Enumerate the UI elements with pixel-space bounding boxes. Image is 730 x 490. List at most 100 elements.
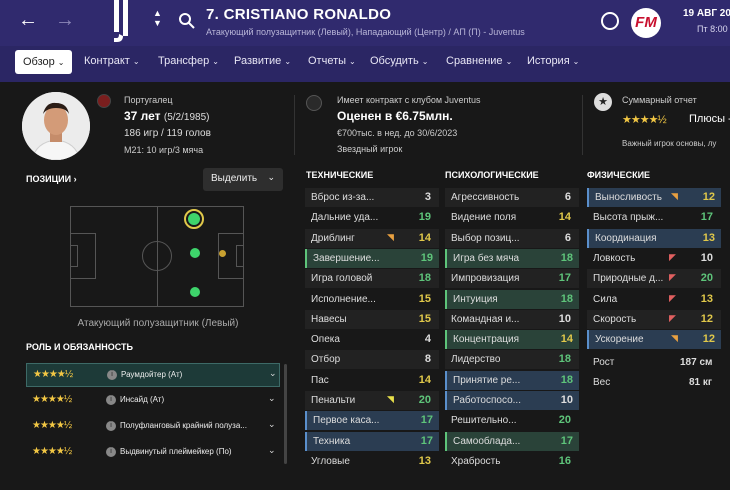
- attribute-name: Храбрость: [451, 455, 501, 467]
- attribute-name: Лидерство: [451, 354, 501, 366]
- positions-title[interactable]: ПОЗИЦИИ ›: [26, 174, 77, 184]
- attribute-value: 12: [702, 333, 715, 346]
- juventus-logo[interactable]: [104, 0, 138, 44]
- attribute-row[interactable]: Храбрость 16: [445, 452, 579, 471]
- attribute-row[interactable]: Угловые 13: [305, 452, 439, 471]
- attribute-row[interactable]: Пас 14: [305, 371, 439, 390]
- player-switch-icon[interactable]: ▲ ▼: [153, 8, 162, 28]
- left-goal-area: [70, 245, 78, 267]
- tab-contract[interactable]: Контракт ⌄: [84, 55, 140, 67]
- attribute-row[interactable]: Интуиция 18: [445, 289, 579, 309]
- attribute-row[interactable]: Концентрация 14: [445, 330, 579, 350]
- attribute-value: 4: [424, 333, 431, 346]
- position-marker-aml[interactable]: [188, 213, 200, 225]
- tab-transfer[interactable]: Трансфер ⌄: [158, 55, 219, 67]
- position-marker-st[interactable]: [190, 248, 200, 258]
- nationality: Португалец: [124, 95, 173, 105]
- globe-icon[interactable]: [601, 12, 619, 30]
- attribute-name: Концентрация: [453, 334, 520, 346]
- attribute-row[interactable]: Навесы 15: [305, 309, 439, 329]
- attribute-row[interactable]: Игра без мяча 18: [445, 248, 579, 268]
- attribute-row[interactable]: Высота прыж... 17: [587, 208, 721, 227]
- attribute-row[interactable]: Скорость 12 ◤: [587, 309, 721, 329]
- attribute-value: 15: [418, 312, 431, 325]
- tab-history[interactable]: История ⌄: [527, 55, 579, 67]
- attribute-value: 17: [420, 434, 433, 447]
- attribute-value: 12: [700, 312, 713, 325]
- summary-text: Важный игрок основы, лу: [622, 139, 717, 148]
- attribute-value: 20: [700, 272, 713, 285]
- attribute-row[interactable]: Первое каса... 17: [305, 411, 439, 431]
- role-stars: ★★★★½: [32, 394, 72, 405]
- chevron-down-icon: ⌄: [268, 445, 276, 455]
- attribute-name: Игра головой: [311, 273, 373, 285]
- attribute-name: Принятие ре...: [453, 374, 521, 386]
- mental-title: ПСИХОЛОГИЧЕСКИЕ: [445, 170, 539, 180]
- attribute-row[interactable]: Исполнение... 15: [305, 290, 439, 309]
- role-item[interactable]: ★★★★½ i Раумдойтер (Ат) ⌄: [26, 363, 280, 387]
- attribute-row[interactable]: Отбор 8: [305, 350, 439, 370]
- summary-pros[interactable]: Плюсы -: [689, 113, 730, 125]
- attribute-row[interactable]: Агрессивность 6: [445, 188, 579, 207]
- tab-compare[interactable]: Сравнение ⌄: [446, 55, 512, 67]
- position-marker-secondary[interactable]: [219, 250, 226, 257]
- player-positions: Атакующий полузащитник (Левый), Нападающ…: [206, 27, 525, 37]
- center-circle: [142, 241, 172, 271]
- role-item[interactable]: ★★★★½ i Полуфланговый крайний полуза... …: [26, 415, 280, 439]
- tab-reports[interactable]: Отчеты ⌄: [308, 55, 356, 67]
- attribute-row[interactable]: Дриблинг 14 ◥: [305, 228, 439, 248]
- attribute-row[interactable]: Лидерство 18: [445, 350, 579, 370]
- divider: [582, 95, 583, 155]
- attribute-row[interactable]: Сила 13 ◤: [587, 290, 721, 309]
- physical-title: ФИЗИЧЕСКИЕ: [587, 170, 651, 180]
- attribute-value: 17: [558, 272, 571, 285]
- attribute-row[interactable]: Природные д... 20 ◤: [587, 269, 721, 289]
- attribute-name: Командная и...: [451, 313, 520, 325]
- attribute-row[interactable]: Пенальти 20 ◥: [305, 391, 439, 410]
- attribute-row[interactable]: Выносливость 12 ◥: [587, 188, 721, 207]
- forward-arrow-icon[interactable]: →: [55, 9, 75, 32]
- date-of-birth: (5/2/1985): [163, 112, 210, 123]
- height-value: 187 см: [680, 357, 713, 368]
- attribute-row[interactable]: Выбор позиц... 6: [445, 228, 579, 248]
- decline-arrow-icon: ◤: [669, 251, 676, 262]
- attribute-row[interactable]: Игра головой 18: [305, 269, 439, 289]
- info-icon: i: [107, 370, 117, 380]
- attribute-row[interactable]: Вброс из-за... 3: [305, 188, 439, 207]
- highlight-dropdown[interactable]: Выделить ⌄: [203, 168, 283, 191]
- attribute-row[interactable]: Координация 13: [587, 228, 721, 248]
- attribute-row[interactable]: Опека 4: [305, 330, 439, 349]
- attribute-row[interactable]: Работоспосо... 10: [445, 391, 579, 410]
- portugal-flag-icon: [97, 94, 111, 108]
- attribute-row[interactable]: Техника 17: [305, 431, 439, 451]
- attribute-row[interactable]: Ускорение 12 ◥: [587, 330, 721, 350]
- tab-development[interactable]: Развитие ⌄: [234, 55, 291, 67]
- attribute-row[interactable]: Решительно... 20: [445, 411, 579, 430]
- role-name: Выдвинутый плеймейкер (По): [120, 447, 232, 456]
- attribute-row[interactable]: Принятие ре... 18: [445, 370, 579, 390]
- tab-overview[interactable]: Обзор ⌄: [15, 50, 73, 74]
- attribute-row[interactable]: Самооблада... 17: [445, 431, 579, 451]
- fm-logo[interactable]: FM: [631, 8, 661, 38]
- role-item[interactable]: ★★★★½ i Выдвинутый плеймейкер (По) ⌄: [26, 441, 280, 465]
- info-icon: i: [106, 421, 116, 431]
- attribute-name: Угловые: [311, 455, 350, 467]
- attribute-row[interactable]: Завершение... 19: [305, 248, 439, 268]
- attribute-value: 13: [702, 231, 715, 244]
- attribute-row[interactable]: Дальние уда... 19: [305, 208, 439, 227]
- contract-info: Имеет контракт с клубом Juventus: [337, 95, 481, 105]
- roles-scrollbar[interactable]: [284, 364, 287, 464]
- back-arrow-icon[interactable]: ←: [18, 9, 38, 32]
- position-marker-amr[interactable]: [190, 287, 200, 297]
- role-stars: ★★★★½: [33, 369, 73, 380]
- tab-discuss[interactable]: Обсудить ⌄: [370, 55, 428, 67]
- search-icon[interactable]: [178, 12, 196, 30]
- attribute-value: 19: [418, 211, 431, 224]
- attribute-row[interactable]: Видение поля 14: [445, 208, 579, 227]
- squad-status: Звездный игрок: [337, 144, 403, 154]
- info-icon: i: [106, 447, 116, 457]
- attribute-row[interactable]: Командная и... 10: [445, 309, 579, 329]
- attribute-row[interactable]: Импровизация 17: [445, 269, 579, 289]
- role-item[interactable]: ★★★★½ i Инсайд (Ат) ⌄: [26, 389, 280, 413]
- attribute-row[interactable]: Ловкость 10 ◤: [587, 249, 721, 268]
